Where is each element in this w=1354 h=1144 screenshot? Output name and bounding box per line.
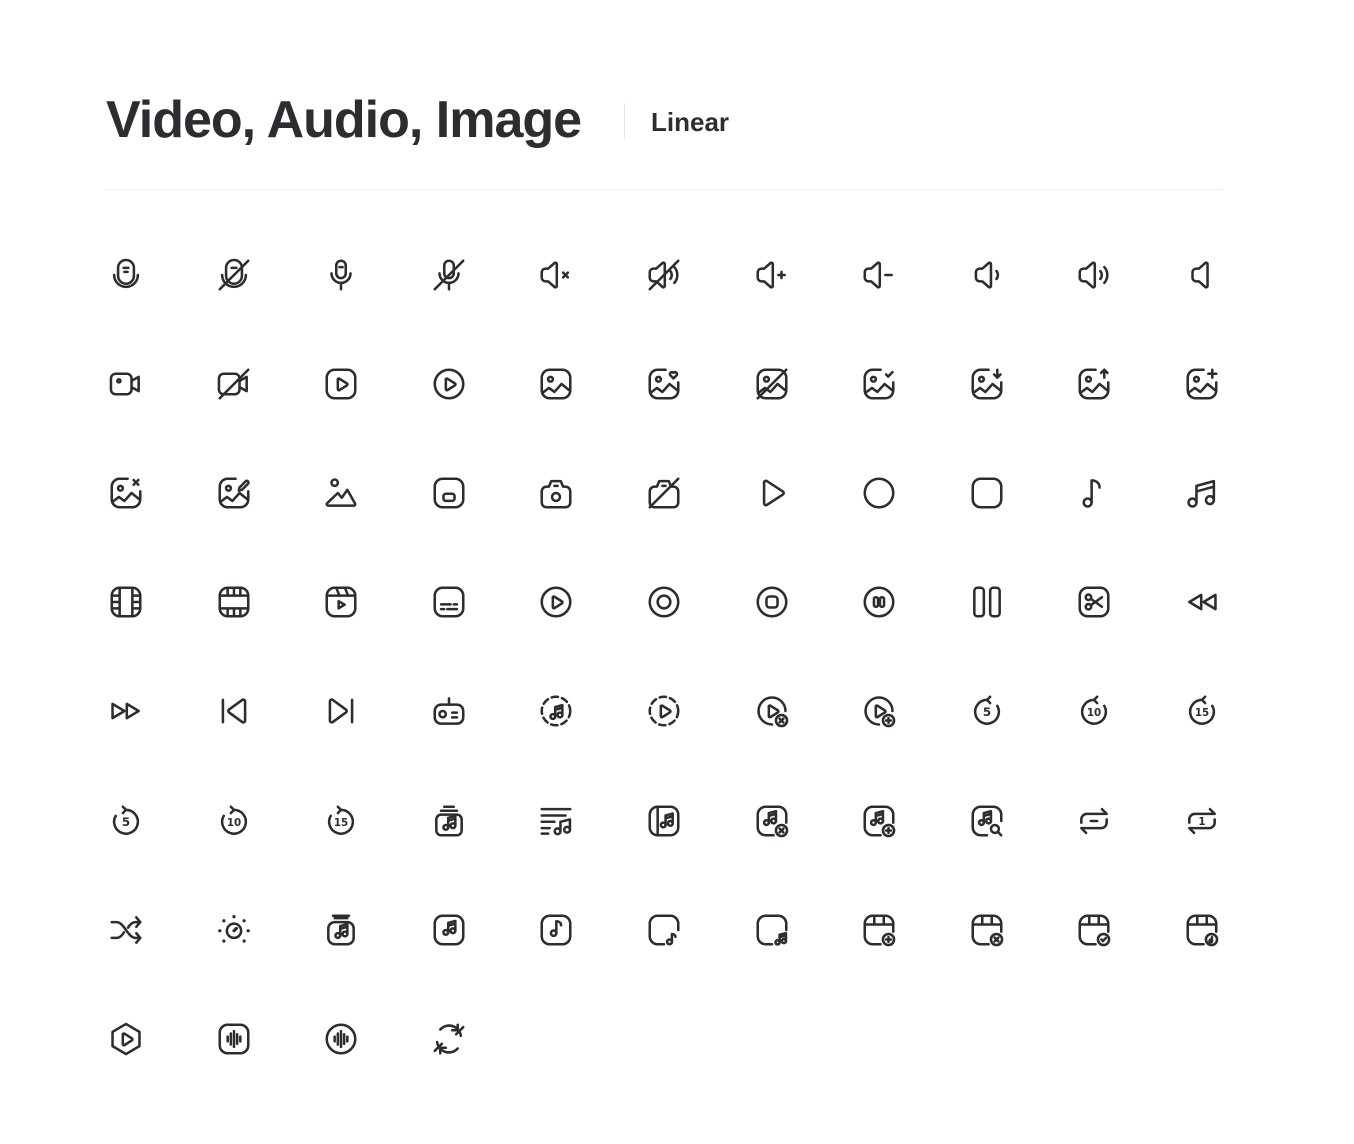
music-album-icon: [645, 802, 683, 840]
volume-off-icon: [645, 256, 683, 294]
calendar-check-icon: [1075, 911, 1113, 949]
gallery-edit-icon: [215, 474, 253, 512]
volume-high-icon: [1075, 256, 1113, 294]
volume-plus-icon: [753, 256, 791, 294]
film-strip-icon: [107, 583, 145, 621]
page-title: Video, Audio, Image: [106, 91, 582, 149]
play-remove-icon: [753, 692, 791, 730]
fast-forward-icon: [107, 692, 145, 730]
play-icon: [753, 474, 791, 512]
header-divider: [107, 189, 1223, 190]
forward-15-icon: 15: [322, 802, 360, 840]
film-strip-wide-icon: [215, 583, 253, 621]
music-square-icon: [430, 911, 468, 949]
notes-corner-icon: [753, 911, 791, 949]
title-divider: [624, 103, 625, 139]
brightness-icon: [215, 911, 253, 949]
landscape-icon: [322, 474, 360, 512]
gallery-upload-icon: [1075, 365, 1113, 403]
svg-text:15: 15: [1195, 708, 1209, 720]
camera-icon: [537, 474, 575, 512]
repeat-one-icon: 1: [1183, 802, 1221, 840]
skip-previous-icon: [215, 692, 253, 730]
play-circle-2-icon: [537, 583, 575, 621]
gallery-check-icon: [860, 365, 898, 403]
volume-low-icon: [968, 256, 1006, 294]
svg-text:5: 5: [983, 706, 991, 720]
record-circle-icon: [645, 583, 683, 621]
gallery-favourite-icon: [645, 365, 683, 403]
play-add-icon: [860, 692, 898, 730]
calendar-add-icon: [860, 911, 898, 949]
sound-wave-circle-icon: [322, 1020, 360, 1058]
gallery-icon: [537, 365, 575, 403]
gallery-remove-icon: [107, 474, 145, 512]
video-camera-off-icon: [215, 365, 253, 403]
play-hexagon-icon: [107, 1020, 145, 1058]
repeat-icon: [1075, 802, 1113, 840]
rewind-10-icon: 10: [1075, 692, 1113, 730]
pause-circle-icon: [860, 583, 898, 621]
microphone-off-icon: [430, 256, 468, 294]
volume-mute-icon: [537, 256, 575, 294]
note-corner-icon: [645, 911, 683, 949]
rewind-5-icon: 5: [968, 692, 1006, 730]
refresh-arrows-icon: [430, 1020, 468, 1058]
style-label: Linear: [651, 107, 730, 137]
music-square-search-icon: [968, 802, 1006, 840]
music-circle-dashed-icon: [537, 692, 575, 730]
subtitles-icon: [430, 583, 468, 621]
gallery-add-icon: [1183, 365, 1221, 403]
volume-minus-icon: [860, 256, 898, 294]
calendar-music-icon: [1183, 911, 1221, 949]
svg-text:5: 5: [122, 815, 130, 829]
mic-podcast-icon: [107, 256, 145, 294]
volume-none-icon: [1183, 256, 1221, 294]
picture-in-picture-icon: [430, 474, 468, 512]
record-icon: [860, 474, 898, 512]
forward-5-icon: 5: [107, 802, 145, 840]
gallery-download-icon: [968, 365, 1006, 403]
music-note-square-icon: [537, 911, 575, 949]
gallery-off-icon: [753, 365, 791, 403]
music-library-icon: [430, 802, 468, 840]
music-square-add-icon: [860, 802, 898, 840]
svg-text:1: 1: [1198, 815, 1205, 827]
pause-icon: [968, 583, 1006, 621]
music-stack-icon: [322, 911, 360, 949]
video-camera-icon: [107, 365, 145, 403]
camera-off-icon: [645, 474, 683, 512]
play-circle-icon: [430, 365, 468, 403]
rewind-icon: [1183, 583, 1221, 621]
svg-text:10: 10: [226, 817, 240, 829]
microphone-icon: [322, 256, 360, 294]
play-circle-dashed-icon: [645, 692, 683, 730]
mic-podcast-off-icon: [215, 256, 253, 294]
music-note-icon: [1075, 474, 1113, 512]
music-notes-icon: [1183, 474, 1221, 512]
forward-10-icon: 10: [215, 802, 253, 840]
calendar-remove-icon: [968, 911, 1006, 949]
stop-circle-icon: [753, 583, 791, 621]
shuffle-icon: [107, 911, 145, 949]
skip-next-icon: [322, 692, 360, 730]
svg-text:10: 10: [1087, 708, 1101, 720]
video-library-icon: [322, 583, 360, 621]
svg-text:15: 15: [334, 817, 348, 829]
radio-icon: [430, 692, 468, 730]
music-square-remove-icon: [753, 802, 791, 840]
play-square-icon: [322, 365, 360, 403]
sound-wave-square-icon: [215, 1020, 253, 1058]
music-playlist-icon: [537, 802, 575, 840]
rewind-15-icon: 15: [1183, 692, 1221, 730]
scissors-square-icon: [1075, 583, 1113, 621]
stop-icon: [968, 474, 1006, 512]
